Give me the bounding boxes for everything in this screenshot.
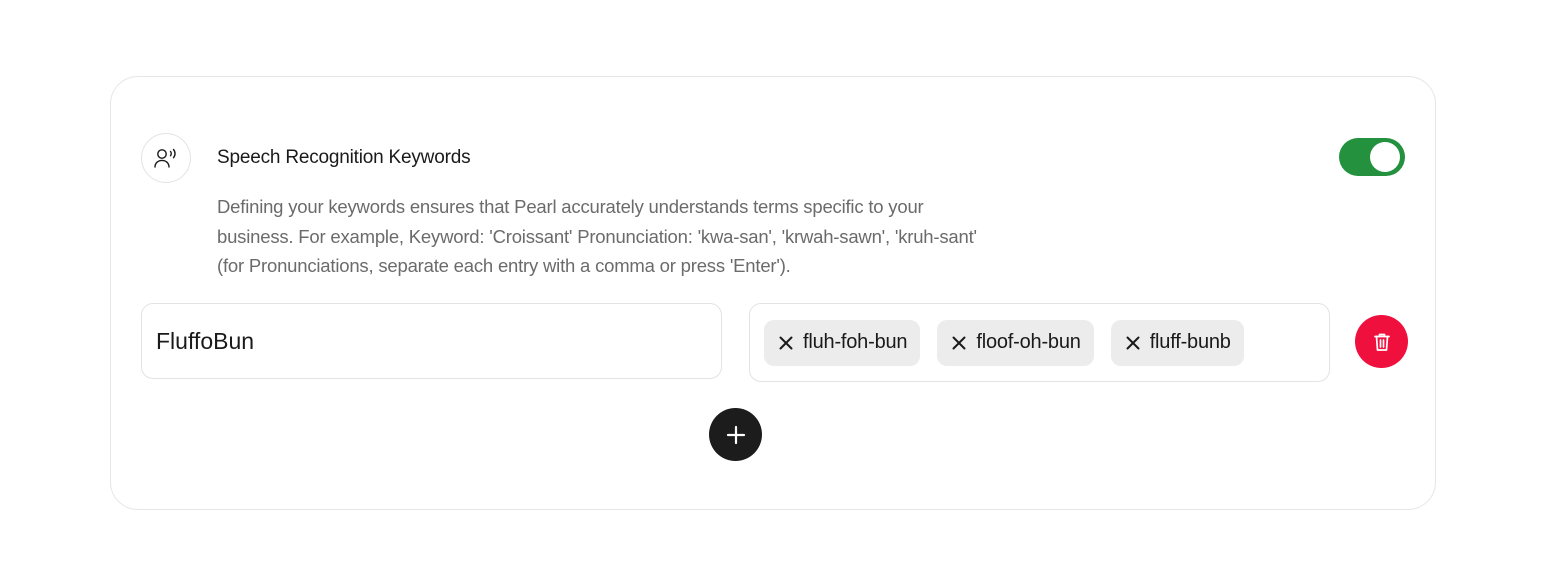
- speech-keywords-card: Speech Recognition Keywords Defining you…: [110, 76, 1436, 510]
- trash-icon: [1373, 332, 1391, 352]
- pronunciation-chip-label: fluh-foh-bun: [803, 331, 908, 353]
- keywords-enabled-toggle[interactable]: [1339, 138, 1405, 176]
- add-keyword-button[interactable]: [709, 408, 762, 461]
- close-icon[interactable]: [951, 335, 967, 351]
- section-description: Defining your keywords ensures that Pear…: [217, 196, 977, 276]
- toggle-knob: [1370, 142, 1400, 172]
- keyword-input[interactable]: [141, 303, 722, 379]
- delete-keyword-button[interactable]: [1355, 315, 1408, 368]
- speaking-person-icon: [141, 133, 191, 183]
- pronunciation-chip: fluh-foh-bun: [764, 319, 921, 366]
- section-title: Speech Recognition Keywords: [217, 147, 471, 168]
- pronunciations-input[interactable]: fluh-foh-bun floof-oh-bun fluff-bunb: [749, 303, 1330, 382]
- pronunciation-chip: floof-oh-bun: [937, 319, 1094, 366]
- pronunciation-chip-label: floof-oh-bun: [976, 331, 1081, 353]
- close-icon[interactable]: [1125, 335, 1141, 351]
- plus-icon: [726, 425, 746, 445]
- pronunciation-chip: fluff-bunb: [1110, 319, 1244, 366]
- pronunciation-chip-label: fluff-bunb: [1149, 331, 1231, 353]
- close-icon[interactable]: [778, 335, 794, 351]
